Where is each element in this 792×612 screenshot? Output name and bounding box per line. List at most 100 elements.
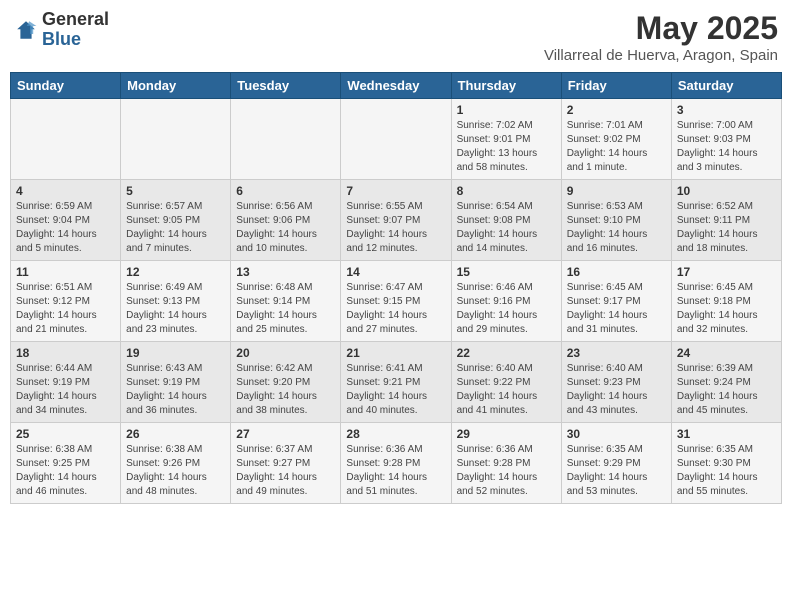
- day-number: 18: [16, 346, 115, 360]
- logo-blue: Blue: [42, 30, 109, 50]
- day-number: 4: [16, 184, 115, 198]
- day-number: 17: [677, 265, 776, 279]
- day-number: 12: [126, 265, 225, 279]
- page-header: General Blue May 2025 Villarreal de Huer…: [10, 10, 782, 64]
- day-number: 15: [457, 265, 556, 279]
- calendar-week-4: 18 Sunrise: 6:44 AM Sunset: 9:19 PM Dayli…: [11, 342, 782, 423]
- day-content: Sunrise: 6:36 AM Sunset: 9:28 PM Dayligh…: [457, 443, 556, 499]
- calendar-cell: 2 Sunrise: 7:01 AM Sunset: 9:02 PM Daylig…: [561, 99, 671, 180]
- calendar-cell: 31 Sunrise: 6:35 AM Sunset: 9:30 PM Dayli…: [671, 423, 781, 504]
- day-content: Sunrise: 6:39 AM Sunset: 9:24 PM Dayligh…: [677, 362, 776, 418]
- day-content: Sunrise: 7:00 AM Sunset: 9:03 PM Dayligh…: [677, 119, 776, 175]
- day-content: Sunrise: 6:35 AM Sunset: 9:29 PM Dayligh…: [567, 443, 666, 499]
- day-number: 22: [457, 346, 556, 360]
- calendar-cell: 3 Sunrise: 7:00 AM Sunset: 9:03 PM Daylig…: [671, 99, 781, 180]
- calendar-week-5: 25 Sunrise: 6:38 AM Sunset: 9:25 PM Dayli…: [11, 423, 782, 504]
- calendar-cell: 1Sunrise: 7:02 AM Sunset: 9:01 PM Daylig…: [451, 99, 561, 180]
- calendar-cell: 24 Sunrise: 6:39 AM Sunset: 9:24 PM Dayli…: [671, 342, 781, 423]
- title-block: May 2025 Villarreal de Huerva, Aragon, S…: [544, 10, 778, 64]
- day-number: 26: [126, 427, 225, 441]
- day-header-sunday: Sunday: [11, 73, 121, 99]
- calendar-cell: 30Sunrise: 6:35 AM Sunset: 9:29 PM Dayli…: [561, 423, 671, 504]
- calendar-cell: [341, 99, 451, 180]
- day-content: Sunrise: 7:01 AM Sunset: 9:02 PM Dayligh…: [567, 119, 666, 175]
- day-content: Sunrise: 6:44 AM Sunset: 9:19 PM Dayligh…: [16, 362, 115, 418]
- calendar-week-1: 1Sunrise: 7:02 AM Sunset: 9:01 PM Daylig…: [11, 99, 782, 180]
- calendar-cell: 28 Sunrise: 6:36 AM Sunset: 9:28 PM Dayli…: [341, 423, 451, 504]
- day-number: 28: [346, 427, 445, 441]
- day-number: 24: [677, 346, 776, 360]
- day-number: 5: [126, 184, 225, 198]
- calendar-cell: 21 Sunrise: 6:41 AM Sunset: 9:21 PM Dayli…: [341, 342, 451, 423]
- calendar-cell: 12 Sunrise: 6:49 AM Sunset: 9:13 PM Dayli…: [121, 261, 231, 342]
- calendar-table: SundayMondayTuesdayWednesdayThursdayFrid…: [10, 72, 782, 504]
- location-subtitle: Villarreal de Huerva, Aragon, Spain: [544, 47, 778, 64]
- day-content: Sunrise: 7:02 AM Sunset: 9:01 PM Dayligh…: [457, 119, 556, 175]
- calendar-week-3: 11 Sunrise: 6:51 AM Sunset: 9:12 PM Dayli…: [11, 261, 782, 342]
- day-header-thursday: Thursday: [451, 73, 561, 99]
- calendar-cell: 25 Sunrise: 6:38 AM Sunset: 9:25 PM Dayli…: [11, 423, 121, 504]
- day-content: Sunrise: 6:48 AM Sunset: 9:14 PM Dayligh…: [236, 281, 335, 337]
- logo: General Blue: [14, 10, 109, 50]
- day-number: 21: [346, 346, 445, 360]
- day-number: 29: [457, 427, 556, 441]
- day-header-wednesday: Wednesday: [341, 73, 451, 99]
- calendar-cell: 18 Sunrise: 6:44 AM Sunset: 9:19 PM Dayli…: [11, 342, 121, 423]
- calendar-cell: 29 Sunrise: 6:36 AM Sunset: 9:28 PM Dayli…: [451, 423, 561, 504]
- day-content: Sunrise: 6:41 AM Sunset: 9:21 PM Dayligh…: [346, 362, 445, 418]
- day-content: Sunrise: 6:47 AM Sunset: 9:15 PM Dayligh…: [346, 281, 445, 337]
- calendar-cell: 15 Sunrise: 6:46 AM Sunset: 9:16 PM Dayli…: [451, 261, 561, 342]
- calendar-cell: 14 Sunrise: 6:47 AM Sunset: 9:15 PM Dayli…: [341, 261, 451, 342]
- day-content: Sunrise: 6:35 AM Sunset: 9:30 PM Dayligh…: [677, 443, 776, 499]
- calendar-cell: 16 Sunrise: 6:45 AM Sunset: 9:17 PM Dayli…: [561, 261, 671, 342]
- day-content: Sunrise: 6:57 AM Sunset: 9:05 PM Dayligh…: [126, 200, 225, 256]
- logo-icon: [14, 18, 38, 42]
- day-header-tuesday: Tuesday: [231, 73, 341, 99]
- day-header-saturday: Saturday: [671, 73, 781, 99]
- calendar-cell: [11, 99, 121, 180]
- day-number: 23: [567, 346, 666, 360]
- day-content: Sunrise: 6:51 AM Sunset: 9:12 PM Dayligh…: [16, 281, 115, 337]
- day-number: 16: [567, 265, 666, 279]
- day-content: Sunrise: 6:54 AM Sunset: 9:08 PM Dayligh…: [457, 200, 556, 256]
- calendar-cell: [231, 99, 341, 180]
- day-number: 3: [677, 103, 776, 117]
- day-number: 13: [236, 265, 335, 279]
- calendar-cell: [121, 99, 231, 180]
- calendar-header-row: SundayMondayTuesdayWednesdayThursdayFrid…: [11, 73, 782, 99]
- day-header-friday: Friday: [561, 73, 671, 99]
- calendar-cell: 17 Sunrise: 6:45 AM Sunset: 9:18 PM Dayli…: [671, 261, 781, 342]
- day-content: Sunrise: 6:36 AM Sunset: 9:28 PM Dayligh…: [346, 443, 445, 499]
- day-content: Sunrise: 6:45 AM Sunset: 9:17 PM Dayligh…: [567, 281, 666, 337]
- calendar-cell: 4Sunrise: 6:59 AM Sunset: 9:04 PM Daylig…: [11, 180, 121, 261]
- day-content: Sunrise: 6:43 AM Sunset: 9:19 PM Dayligh…: [126, 362, 225, 418]
- calendar-cell: 27 Sunrise: 6:37 AM Sunset: 9:27 PM Dayli…: [231, 423, 341, 504]
- day-number: 2: [567, 103, 666, 117]
- day-number: 9: [567, 184, 666, 198]
- day-content: Sunrise: 6:38 AM Sunset: 9:26 PM Dayligh…: [126, 443, 225, 499]
- day-content: Sunrise: 6:53 AM Sunset: 9:10 PM Dayligh…: [567, 200, 666, 256]
- day-number: 11: [16, 265, 115, 279]
- calendar-cell: 6 Sunrise: 6:56 AM Sunset: 9:06 PM Daylig…: [231, 180, 341, 261]
- calendar-cell: 23Sunrise: 6:40 AM Sunset: 9:23 PM Dayli…: [561, 342, 671, 423]
- day-number: 27: [236, 427, 335, 441]
- day-number: 31: [677, 427, 776, 441]
- day-content: Sunrise: 6:55 AM Sunset: 9:07 PM Dayligh…: [346, 200, 445, 256]
- day-number: 20: [236, 346, 335, 360]
- day-number: 25: [16, 427, 115, 441]
- day-content: Sunrise: 6:46 AM Sunset: 9:16 PM Dayligh…: [457, 281, 556, 337]
- day-content: Sunrise: 6:42 AM Sunset: 9:20 PM Dayligh…: [236, 362, 335, 418]
- day-header-monday: Monday: [121, 73, 231, 99]
- day-number: 14: [346, 265, 445, 279]
- day-number: 6: [236, 184, 335, 198]
- day-number: 10: [677, 184, 776, 198]
- day-content: Sunrise: 6:45 AM Sunset: 9:18 PM Dayligh…: [677, 281, 776, 337]
- calendar-week-2: 4Sunrise: 6:59 AM Sunset: 9:04 PM Daylig…: [11, 180, 782, 261]
- calendar-cell: 20 Sunrise: 6:42 AM Sunset: 9:20 PM Dayli…: [231, 342, 341, 423]
- day-content: Sunrise: 6:56 AM Sunset: 9:06 PM Dayligh…: [236, 200, 335, 256]
- day-content: Sunrise: 6:49 AM Sunset: 9:13 PM Dayligh…: [126, 281, 225, 337]
- logo-general: General: [42, 10, 109, 30]
- day-content: Sunrise: 6:38 AM Sunset: 9:25 PM Dayligh…: [16, 443, 115, 499]
- day-content: Sunrise: 6:40 AM Sunset: 9:22 PM Dayligh…: [457, 362, 556, 418]
- day-content: Sunrise: 6:37 AM Sunset: 9:27 PM Dayligh…: [236, 443, 335, 499]
